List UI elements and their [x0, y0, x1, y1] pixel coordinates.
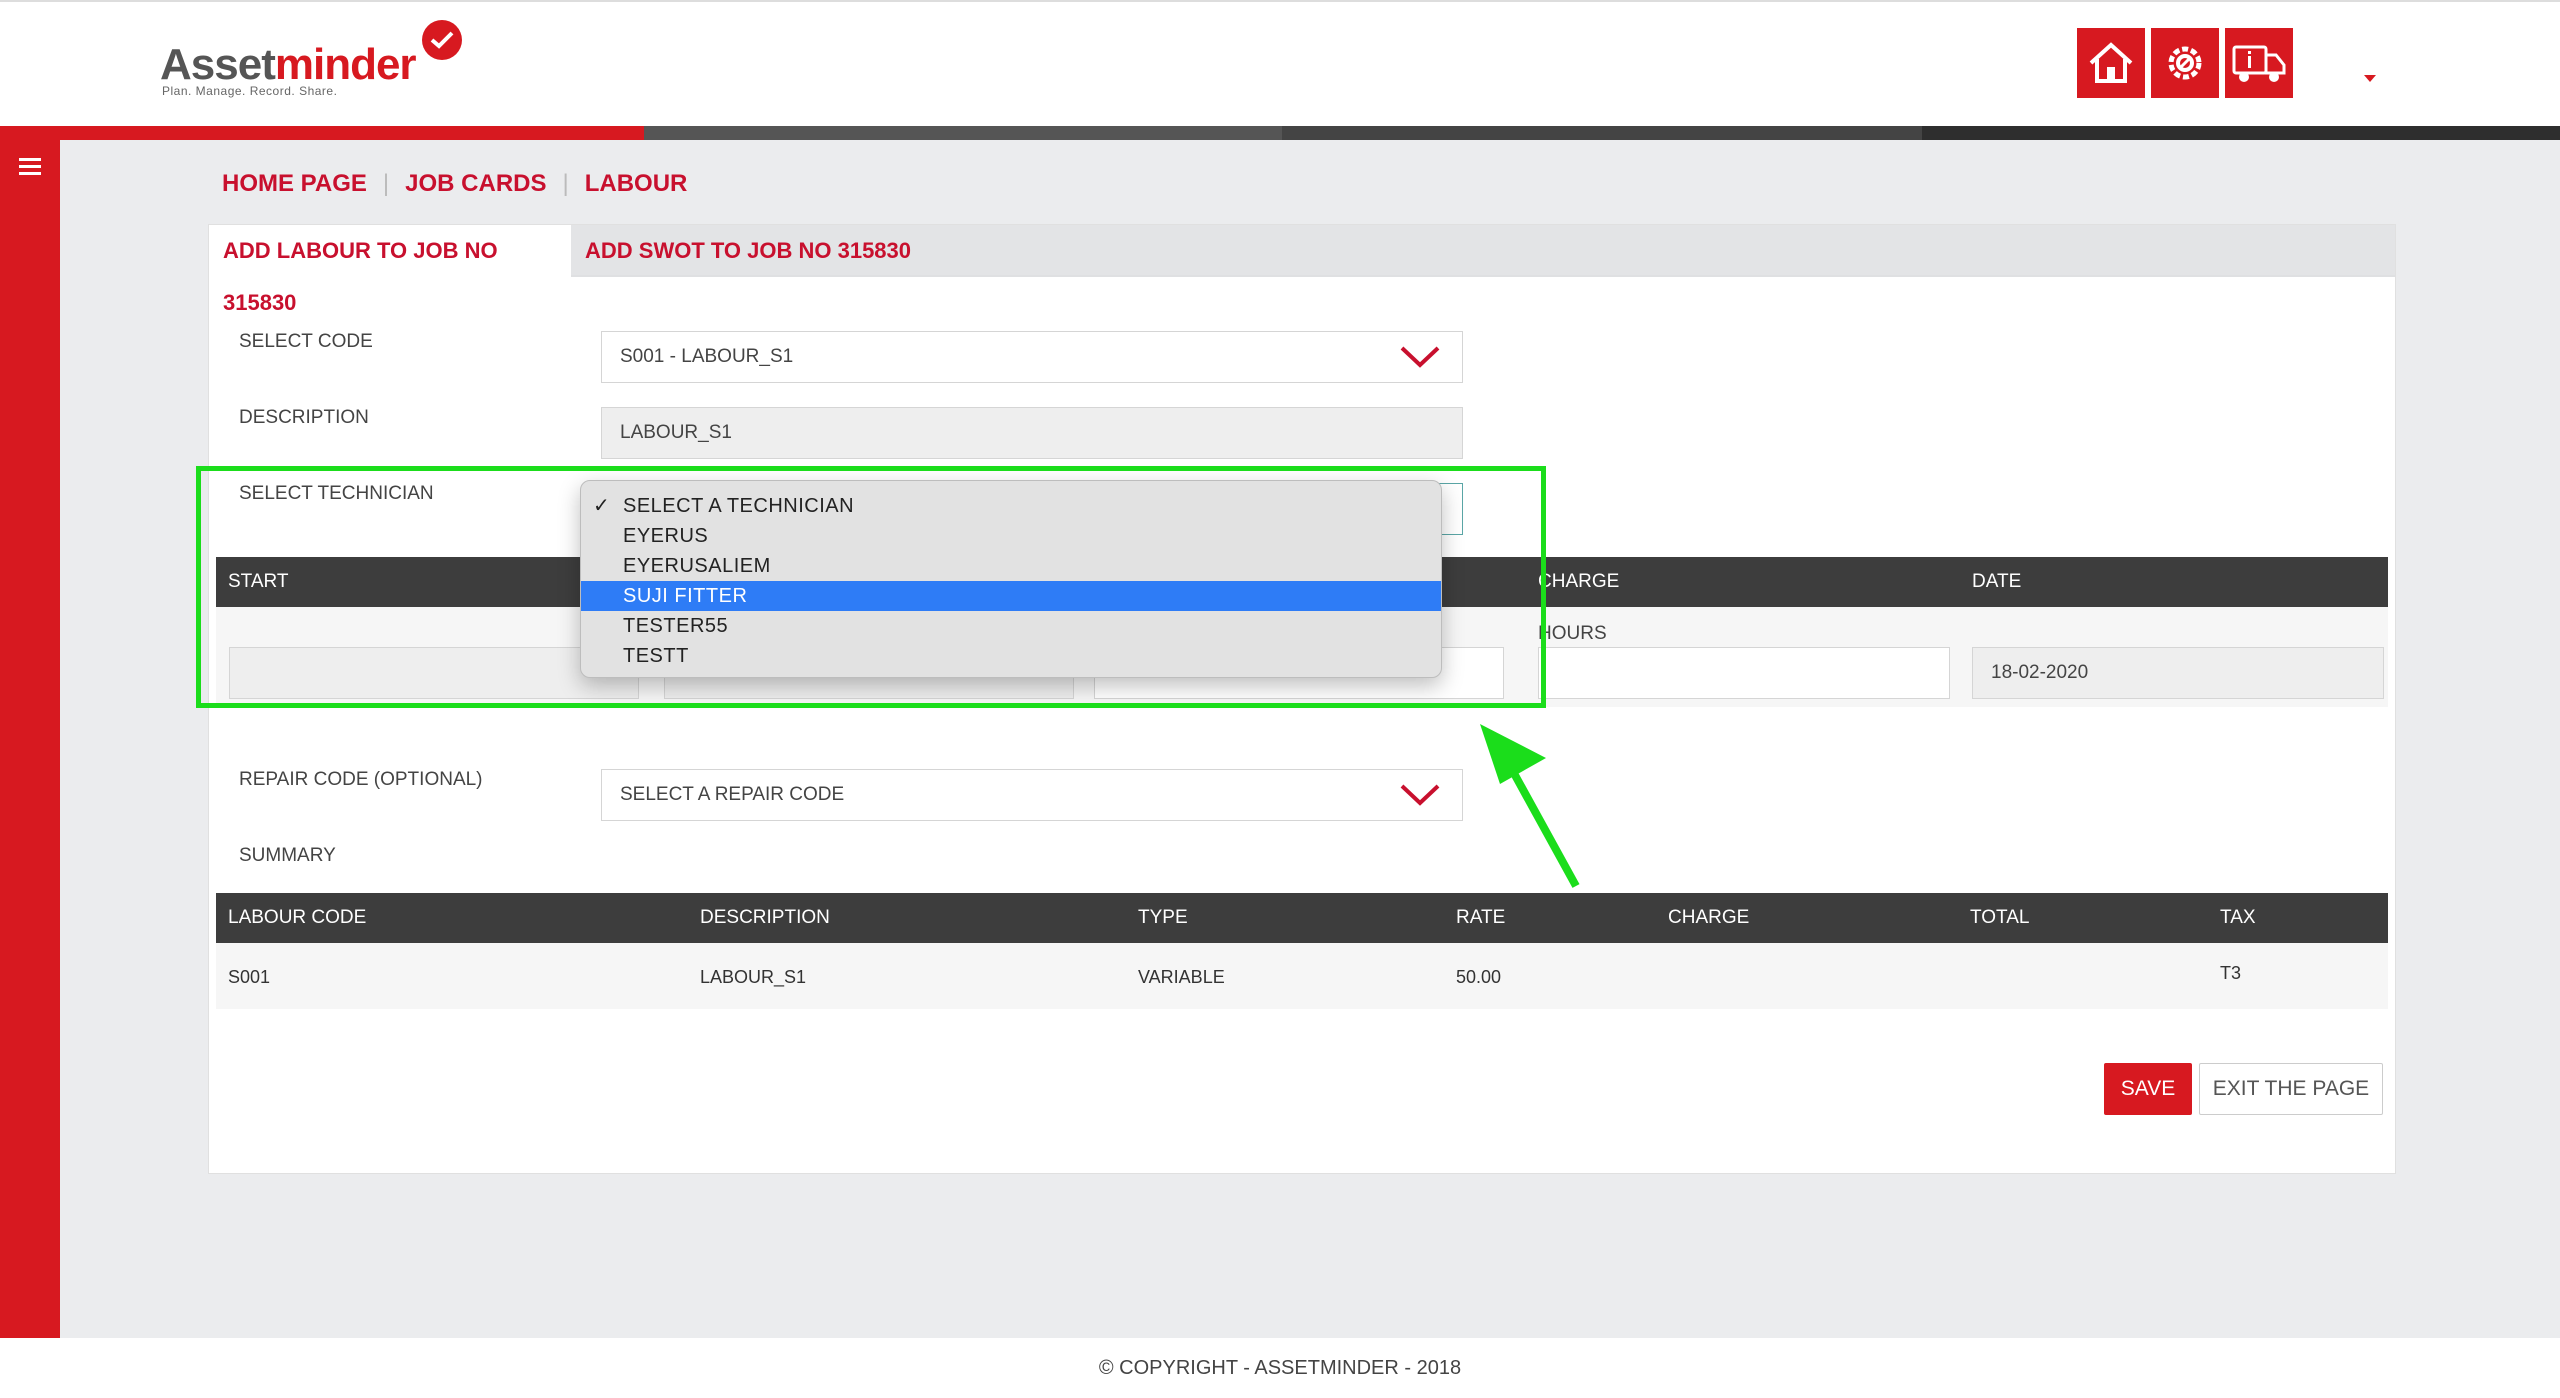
logo-text-minder: minder [274, 40, 417, 89]
settings-gear-icon[interactable] [2151, 28, 2219, 98]
summary-label: SUMMARY [239, 845, 336, 866]
cell-labour-code: S001 [228, 967, 271, 987]
col-labour-code: LABOUR CODE [228, 907, 367, 928]
header-color-stripe [0, 126, 2560, 140]
breadcrumb: HOME PAGE | JOB CARDS | LABOUR [222, 170, 687, 198]
summary-table-header: LABOUR CODE DESCRIPTION TYPE RATE CHARGE… [216, 893, 2388, 943]
header-shortcuts [2077, 28, 2293, 98]
repair-code-dropdown[interactable]: SELECT A REPAIR CODE [601, 769, 1463, 821]
col-tax: TAX [2220, 907, 2256, 928]
assetminder-logo[interactable]: Assetminder Plan. Manage. Record. Share. [160, 20, 480, 100]
col-charge: CHARGE [1538, 571, 1620, 592]
cell-rate: 50.00 [1456, 967, 1502, 987]
date-field: 18-02-2020 [1972, 647, 2384, 699]
col-description: DESCRIPTION [700, 907, 830, 928]
breadcrumb-job-cards[interactable]: JOB CARDS [405, 170, 546, 198]
chevron-down-icon [1400, 346, 1440, 368]
logo-text-asset: Asset [160, 40, 276, 89]
truck-info-icon[interactable] [2225, 28, 2293, 98]
logo-tagline: Plan. Manage. Record. Share. [162, 84, 338, 98]
repair-code-label: REPAIR CODE (OPTIONAL) [239, 769, 483, 790]
col-rate: RATE [1456, 907, 1506, 928]
select-code-value: S001 - LABOUR_S1 [620, 346, 794, 367]
description-field: LABOUR_S1 [601, 407, 1463, 459]
annotation-arrow-icon [1480, 724, 1580, 888]
table-row: S001 LABOUR_S1 VARIABLE 50.00 T3 [216, 943, 2388, 1009]
col-date: DATE [1972, 571, 2022, 592]
tab-bar: ADD LABOUR TO JOB NO 315830 ADD SWOT TO … [209, 225, 2395, 315]
exit-page-button[interactable]: EXIT THE PAGE [2199, 1063, 2383, 1115]
tab-add-swot[interactable]: ADD SWOT TO JOB NO 315830 [571, 225, 925, 277]
breadcrumb-labour[interactable]: LABOUR [585, 170, 688, 198]
cell-type: VARIABLE [1138, 967, 1225, 987]
repair-code-value: SELECT A REPAIR CODE [620, 784, 845, 805]
logo-checkmark-icon [422, 20, 462, 60]
select-code-label: SELECT CODE [239, 331, 373, 352]
sidebar [0, 140, 60, 1338]
top-header: Assetminder Plan. Manage. Record. Share. [0, 0, 2560, 126]
annotation-highlight-box [196, 466, 1546, 708]
col-type: TYPE [1138, 907, 1188, 928]
description-label: DESCRIPTION [239, 407, 369, 428]
select-code-dropdown[interactable]: S001 - LABOUR_S1 [601, 331, 1463, 383]
page-footer: © COPYRIGHT - ASSETMINDER - 2018 [0, 1338, 2560, 1398]
hamburger-menu-icon[interactable] [19, 158, 41, 179]
col-charge: CHARGE [1668, 907, 1750, 928]
breadcrumb-separator: | [562, 170, 569, 197]
col-total: TOTAL [1970, 907, 2030, 928]
save-button[interactable]: SAVE [2104, 1063, 2192, 1115]
cell-tax: T3 [2220, 963, 2242, 983]
charge-hours-input[interactable] [1538, 647, 1950, 699]
home-icon[interactable] [2077, 28, 2145, 98]
breadcrumb-home[interactable]: HOME PAGE [222, 170, 367, 198]
cell-description: LABOUR_S1 [700, 967, 807, 987]
breadcrumb-separator: | [382, 170, 390, 197]
chevron-down-icon [1400, 784, 1440, 806]
user-menu-caret-icon[interactable] [2364, 75, 2376, 82]
charge-hours-label: HOURS [1538, 623, 1607, 644]
tab-add-labour[interactable]: ADD LABOUR TO JOB NO 315830 [209, 225, 571, 315]
